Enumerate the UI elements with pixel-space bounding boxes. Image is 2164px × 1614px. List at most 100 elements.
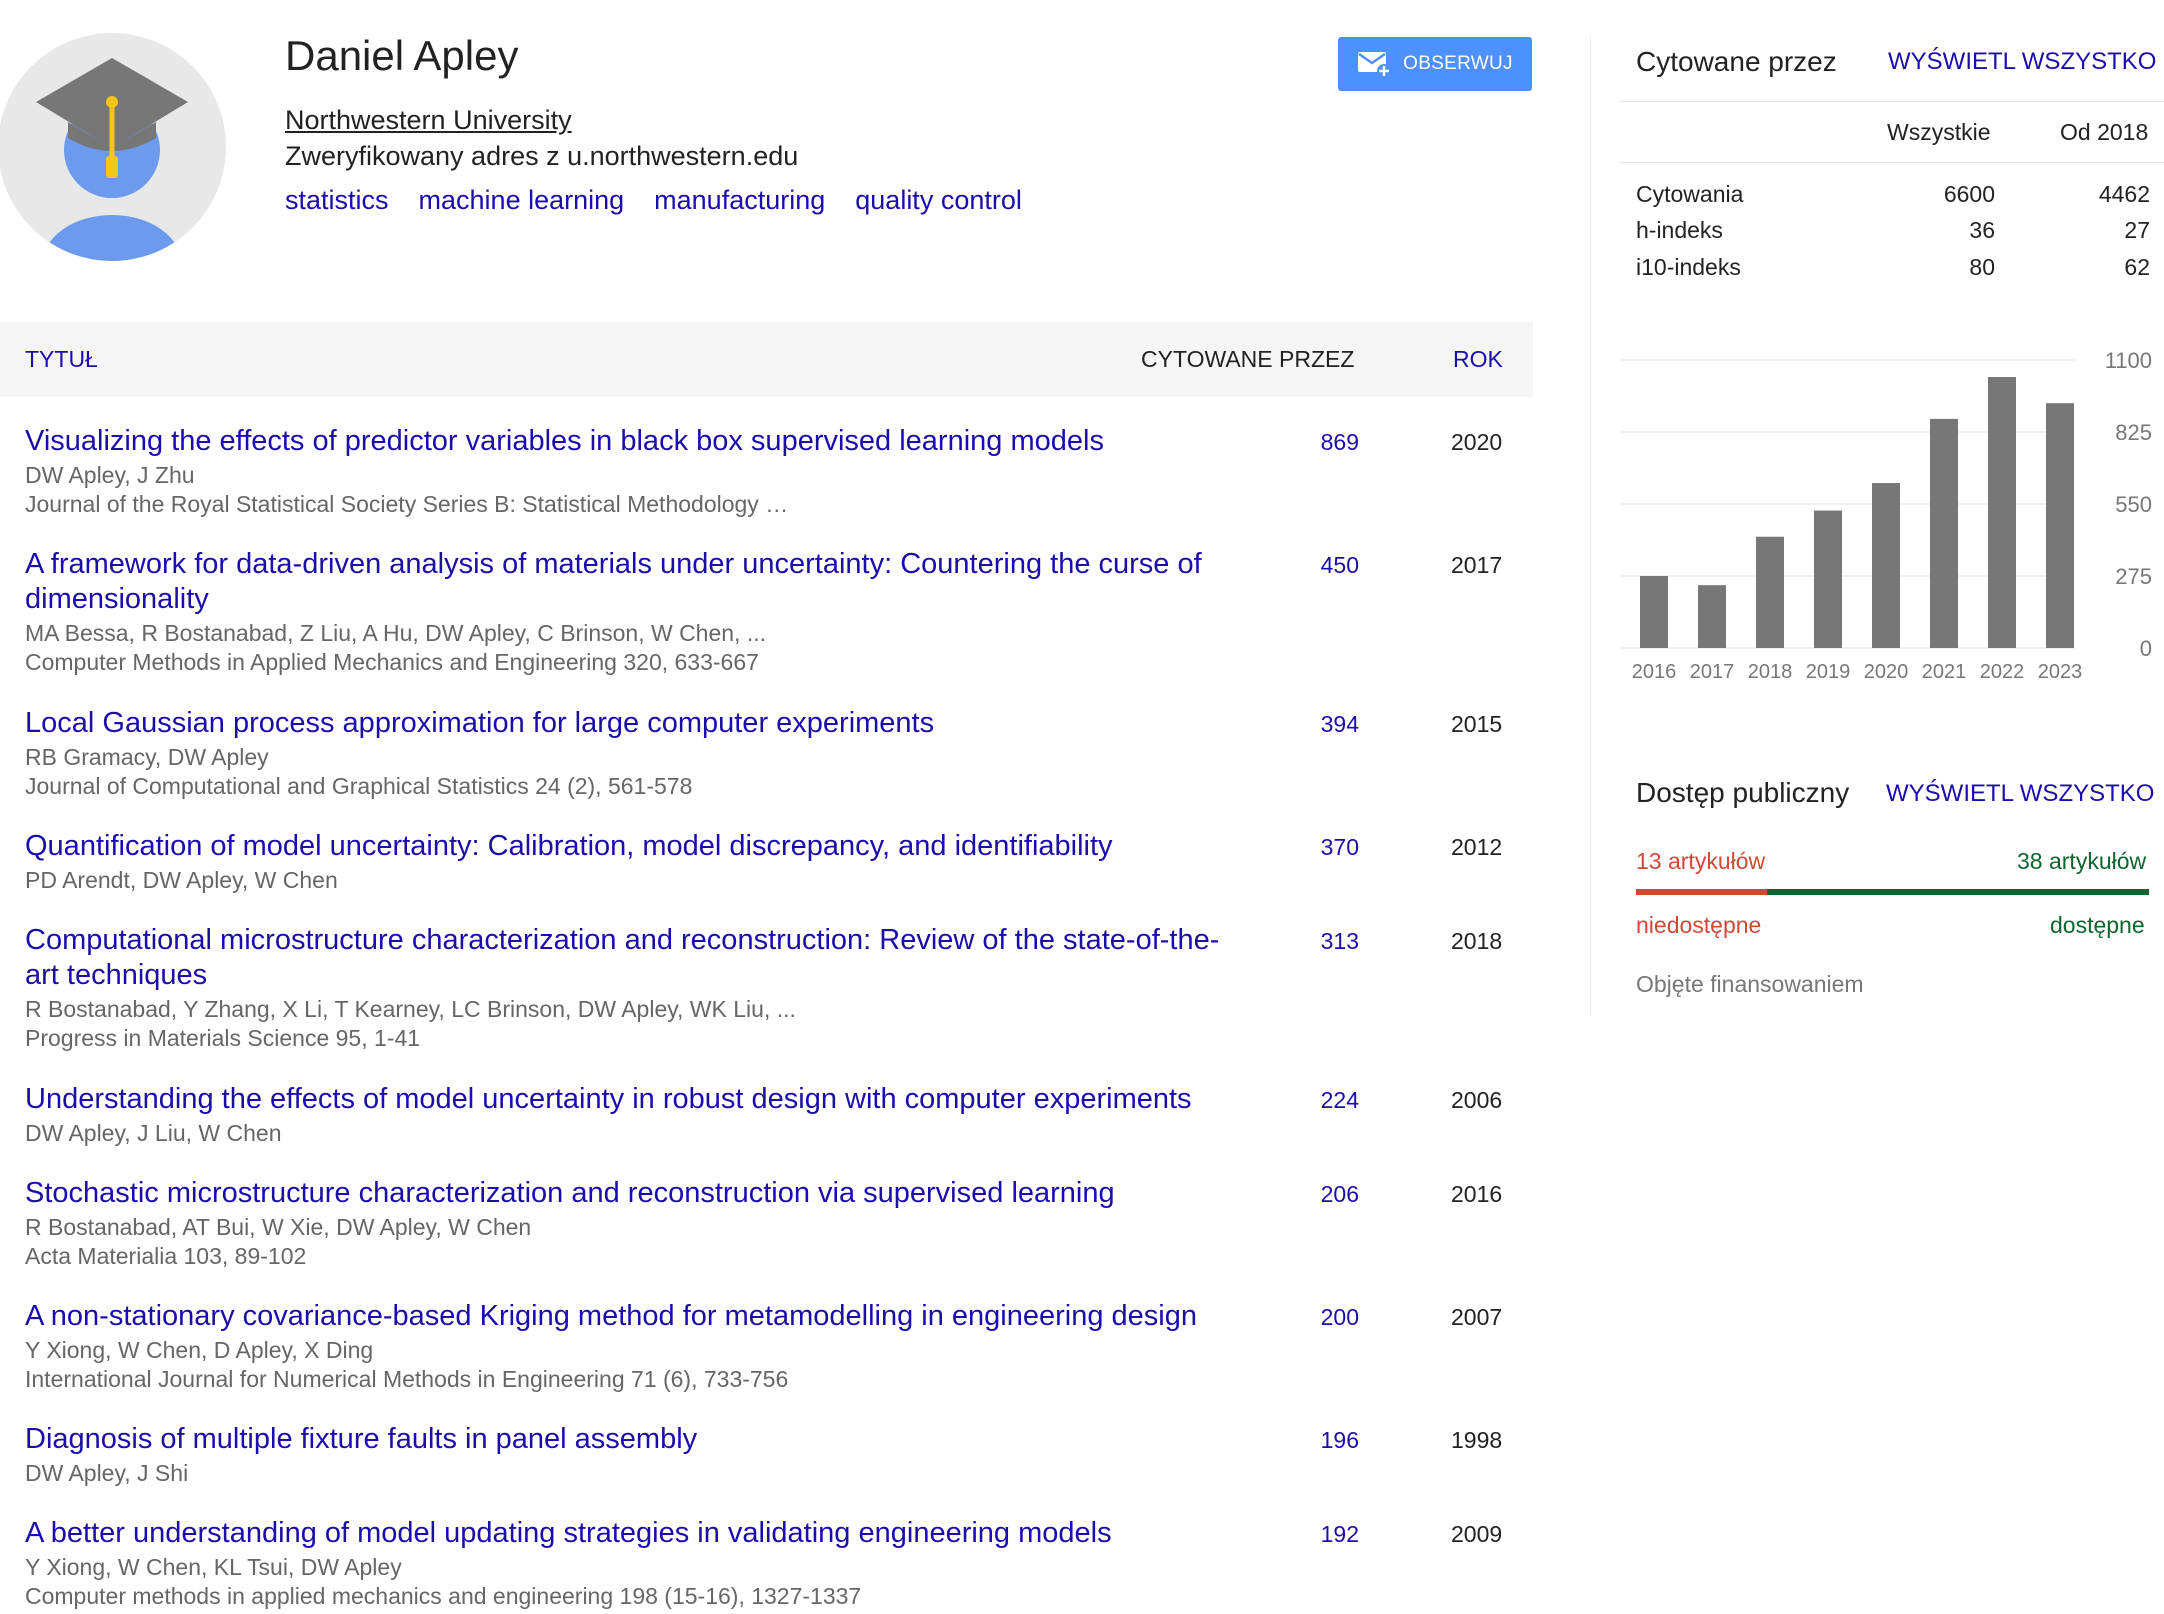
article-title-link[interactable]: Stochastic microstructure characterizati… bbox=[25, 1176, 1235, 1211]
article-authors: Y Xiong, W Chen, D Apley, X Ding bbox=[25, 1337, 374, 1363]
divider bbox=[1620, 101, 2164, 102]
cited-by-link[interactable]: 200 bbox=[1321, 1304, 1359, 1331]
article-authors: MA Bessa, R Bostanabad, Z Liu, A Hu, DW … bbox=[25, 620, 767, 646]
chart-bar-2017[interactable] bbox=[1698, 585, 1726, 648]
citations-chart-svg: 1100 825 550 275 0 2016 2017 2018 2019 2020 2021 20… bbox=[1620, 348, 2152, 683]
chart-bar-2018[interactable] bbox=[1756, 536, 1784, 648]
article-title-link[interactable]: Visualizing the effects of predictor var… bbox=[25, 424, 1235, 459]
cited-by-view-all-link[interactable]: WYŚWIETL WSZYSTKO bbox=[1888, 48, 2156, 76]
unavailable-count-link[interactable]: 13 artykułów bbox=[1636, 848, 1765, 875]
chart-xtick-label: 2018 bbox=[1748, 661, 1793, 680]
article-venue: Acta Materialia 103, 89-102 bbox=[25, 1243, 307, 1269]
article-venue: International Journal for Numerical Meth… bbox=[25, 1366, 789, 1392]
chart-bar-2022[interactable] bbox=[1988, 377, 2016, 648]
stat-label-citations: Cytowania bbox=[1636, 181, 1744, 207]
chart-bar-2019[interactable] bbox=[1814, 510, 1842, 648]
verified-email: Zweryfikowany adres z u.northwestern.edu bbox=[285, 141, 799, 171]
article-title-link[interactable]: A better understanding of model updating… bbox=[25, 1516, 1235, 1551]
cited-by-link[interactable]: 869 bbox=[1321, 429, 1359, 456]
chart-xtick-label: 2021 bbox=[1922, 661, 1967, 680]
article-year: 2015 bbox=[1451, 711, 1503, 737]
unavailable-label: niedostępne bbox=[1636, 912, 1762, 938]
cited-by-link[interactable]: 394 bbox=[1321, 711, 1359, 738]
interest-link[interactable]: statistics bbox=[285, 185, 389, 216]
sidebar-divider bbox=[1590, 35, 1591, 1015]
cited-by-header: CYTOWANE PRZEZ bbox=[1141, 346, 1355, 372]
article-venue: Computer methods in applied mechanics an… bbox=[25, 1583, 862, 1609]
article-authors: PD Arendt, DW Apley, W Chen bbox=[25, 867, 338, 893]
stat-since-i10-index: 62 bbox=[2124, 254, 2150, 280]
article-year: 2017 bbox=[1451, 552, 1503, 578]
chart-ytick-label: 550 bbox=[2115, 492, 2152, 517]
citations-chart: 1100 825 550 275 0 2016 2017 2018 2019 2020 2021 20… bbox=[1620, 340, 2164, 683]
cited-by-link[interactable]: 196 bbox=[1321, 1427, 1359, 1454]
public-access-view-all-link[interactable]: WYŚWIETL WSZYSTKO bbox=[1886, 780, 2154, 808]
funded-label: Objęte finansowaniem bbox=[1636, 971, 1864, 997]
interest-link[interactable]: manufacturing bbox=[654, 185, 825, 216]
cited-by-link[interactable]: 224 bbox=[1321, 1087, 1359, 1114]
chart-xtick-label: 2016 bbox=[1632, 661, 1677, 680]
article-title-link[interactable]: Quantification of model uncertainty: Cal… bbox=[25, 829, 1235, 864]
article-year: 2016 bbox=[1451, 1181, 1503, 1207]
follow-button[interactable]: OBSERWUJ bbox=[1338, 37, 1532, 91]
chart-xtick-label: 2019 bbox=[1806, 661, 1851, 680]
chart-bar-2020[interactable] bbox=[1872, 483, 1900, 648]
article-authors: DW Apley, J Zhu bbox=[25, 462, 195, 488]
article-year: 1998 bbox=[1451, 1427, 1503, 1453]
article-year: 2012 bbox=[1451, 834, 1503, 860]
cited-by-link[interactable]: 206 bbox=[1321, 1181, 1359, 1208]
article-authors: RB Gramacy, DW Apley bbox=[25, 744, 269, 770]
interest-link[interactable]: machine learning bbox=[419, 185, 625, 216]
stat-label-h-index: h-indeks bbox=[1636, 217, 1723, 243]
profile-name: Daniel Apley bbox=[285, 32, 519, 79]
article-authors: R Bostanabad, Y Zhang, X Li, T Kearney, … bbox=[25, 996, 796, 1022]
cited-by-title: Cytowane przez bbox=[1636, 46, 1837, 77]
article-title-link[interactable]: A non-stationary covariance-based Krigin… bbox=[25, 1299, 1235, 1334]
public-access-bar-unavailable bbox=[1636, 889, 1767, 895]
research-interests: statistics machine learning manufacturin… bbox=[285, 185, 1022, 216]
article-title-link[interactable]: Understanding the effects of model uncer… bbox=[25, 1082, 1235, 1117]
chart-ytick-label: 0 bbox=[2140, 636, 2152, 661]
chart-bar-2021[interactable] bbox=[1930, 418, 1958, 648]
article-title-link[interactable]: Local Gaussian process approximation for… bbox=[25, 706, 1235, 741]
stat-all-citations: 6600 bbox=[1943, 181, 1995, 207]
follow-label: OBSERWUJ bbox=[1403, 53, 1513, 74]
article-authors: Y Xiong, W Chen, KL Tsui, DW Apley bbox=[25, 1554, 402, 1580]
column-since-header: Od 2018 bbox=[2060, 119, 2149, 145]
article-title-link[interactable]: Computational microstructure characteriz… bbox=[25, 923, 1235, 993]
stat-label-i10-index: i10-indeks bbox=[1636, 254, 1741, 280]
article-venue: Progress in Materials Science 95, 1-41 bbox=[25, 1025, 421, 1051]
chart-bar-2016[interactable] bbox=[1640, 576, 1668, 648]
stat-all-h-index: 36 bbox=[1969, 217, 1995, 243]
public-access-bar bbox=[1636, 889, 2149, 895]
article-year: 2009 bbox=[1451, 1521, 1503, 1547]
sort-by-year[interactable]: ROK bbox=[1453, 346, 1503, 373]
article-venue: Journal of the Royal Statistical Society… bbox=[25, 491, 789, 517]
avatar bbox=[0, 30, 228, 265]
interest-link[interactable]: quality control bbox=[855, 185, 1022, 216]
chart-xtick-label: 2022 bbox=[1980, 661, 2025, 680]
graduate-avatar-icon bbox=[0, 33, 226, 261]
article-authors: R Bostanabad, AT Bui, W Xie, DW Apley, W… bbox=[25, 1214, 532, 1240]
stat-all-i10-index: 80 bbox=[1969, 254, 1995, 280]
article-venue: Computer Methods in Applied Mechanics an… bbox=[25, 649, 759, 675]
stat-since-citations: 4462 bbox=[2098, 181, 2150, 207]
cited-by-link[interactable]: 370 bbox=[1321, 834, 1359, 861]
available-count-link[interactable]: 38 artykułów bbox=[2017, 848, 2146, 875]
mail-plus-icon bbox=[1358, 52, 1392, 78]
affiliation-link[interactable]: Northwestern University bbox=[285, 105, 572, 136]
sort-by-title[interactable]: TYTUŁ bbox=[25, 346, 98, 373]
article-title-link[interactable]: A framework for data-driven analysis of … bbox=[25, 547, 1235, 617]
article-title-link[interactable]: Diagnosis of multiple fixture faults in … bbox=[25, 1422, 1235, 1457]
cited-by-link[interactable]: 192 bbox=[1321, 1521, 1359, 1548]
cited-by-link[interactable]: 450 bbox=[1321, 552, 1359, 579]
chart-bar-2023[interactable] bbox=[2046, 403, 2074, 648]
chart-xtick-label: 2017 bbox=[1690, 661, 1735, 680]
chart-ytick-label: 1100 bbox=[2105, 348, 2152, 373]
divider bbox=[1620, 162, 2164, 163]
stat-since-h-index: 27 bbox=[2124, 217, 2150, 243]
article-year: 2018 bbox=[1451, 928, 1503, 954]
public-access-title: Dostęp publiczny bbox=[1636, 777, 1850, 808]
article-year: 2007 bbox=[1451, 1304, 1503, 1330]
cited-by-link[interactable]: 313 bbox=[1321, 928, 1359, 955]
